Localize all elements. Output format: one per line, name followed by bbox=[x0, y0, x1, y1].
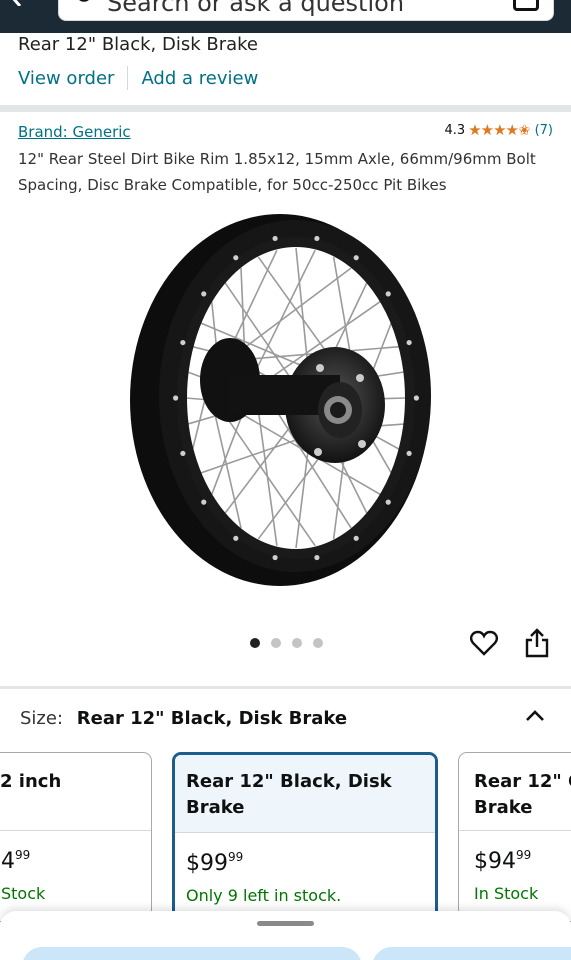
sheet-action-button[interactable] bbox=[372, 947, 571, 960]
price-whole: $94 bbox=[474, 849, 516, 874]
section-divider bbox=[0, 105, 571, 112]
top-bar: Search or ask a question bbox=[0, 0, 571, 33]
size-option-price: 9499 bbox=[0, 848, 151, 874]
size-option-stock: Only 9 left in stock. bbox=[186, 886, 342, 905]
sheet-drag-handle[interactable] bbox=[257, 921, 314, 926]
search-input[interactable]: Search or ask a question bbox=[58, 0, 554, 21]
image-carousel-dots[interactable] bbox=[250, 638, 323, 648]
share-icon[interactable] bbox=[525, 628, 549, 658]
product-title: 12" Rear Steel Dirt Bike Rim 1.85x12, 15… bbox=[18, 150, 536, 194]
product-image[interactable] bbox=[120, 200, 450, 600]
heart-icon[interactable] bbox=[470, 630, 498, 656]
order-item-variant: Rear 12" Black, Disk Brake bbox=[18, 34, 258, 55]
section-divider bbox=[0, 686, 571, 689]
add-review-link[interactable]: Add a review bbox=[141, 68, 258, 89]
star-rating-icon: ★★★★✬ bbox=[468, 121, 530, 139]
sheet-action-button[interactable] bbox=[22, 947, 362, 960]
bottom-sheet bbox=[0, 911, 571, 960]
size-selector[interactable]: Size: Rear 12" Black, Disk Brake bbox=[20, 708, 347, 729]
rating-summary[interactable]: 4.3 ★★★★✬ (7) bbox=[445, 121, 553, 139]
search-icon bbox=[79, 0, 89, 2]
size-option-price: $9999 bbox=[186, 850, 435, 876]
camera-icon[interactable] bbox=[513, 0, 539, 11]
size-option-name: 2 inch bbox=[0, 753, 151, 831]
size-option-stock: Stock bbox=[1, 884, 46, 903]
price-fraction: 99 bbox=[15, 848, 31, 862]
size-option-card-selected[interactable]: Rear 12" Black, Disk Brake $9999 Only 9 … bbox=[172, 752, 438, 922]
back-arrow-icon[interactable] bbox=[8, 0, 26, 6]
size-selected-value: Rear 12" Black, Disk Brake bbox=[76, 708, 348, 729]
rating-count[interactable]: (7) bbox=[535, 123, 553, 138]
order-actions: View order Add a review bbox=[18, 66, 258, 90]
rating-value: 4.3 bbox=[444, 122, 466, 138]
search-placeholder: Search or ask a question bbox=[107, 0, 405, 17]
carousel-dot[interactable] bbox=[292, 638, 302, 648]
size-option-stock: In Stock bbox=[474, 884, 539, 903]
brand-link[interactable]: Brand: Generic bbox=[18, 123, 131, 141]
price-whole: 94 bbox=[0, 849, 15, 874]
wheel-image bbox=[130, 214, 431, 586]
carousel-dot[interactable] bbox=[250, 638, 260, 648]
view-order-link[interactable]: View order bbox=[18, 68, 114, 89]
size-option-name: Rear 12" Black, Disk Brake bbox=[175, 755, 435, 833]
size-option-card[interactable]: 2 inch 9499 Stock bbox=[0, 752, 152, 922]
carousel-dot[interactable] bbox=[313, 638, 323, 648]
divider bbox=[127, 66, 129, 90]
price-fraction: 99 bbox=[516, 848, 532, 862]
carousel-dot[interactable] bbox=[271, 638, 281, 648]
size-label: Size: bbox=[20, 708, 64, 729]
chevron-up-icon[interactable] bbox=[524, 707, 546, 723]
size-option-card[interactable]: Rear 12" Cl Brake $9499 In Stock bbox=[458, 752, 571, 922]
size-option-name: Rear 12" Cl Brake bbox=[459, 753, 571, 831]
price-fraction: 99 bbox=[228, 850, 244, 864]
size-option-price: $9499 bbox=[474, 848, 571, 874]
price-whole: $99 bbox=[186, 851, 228, 876]
